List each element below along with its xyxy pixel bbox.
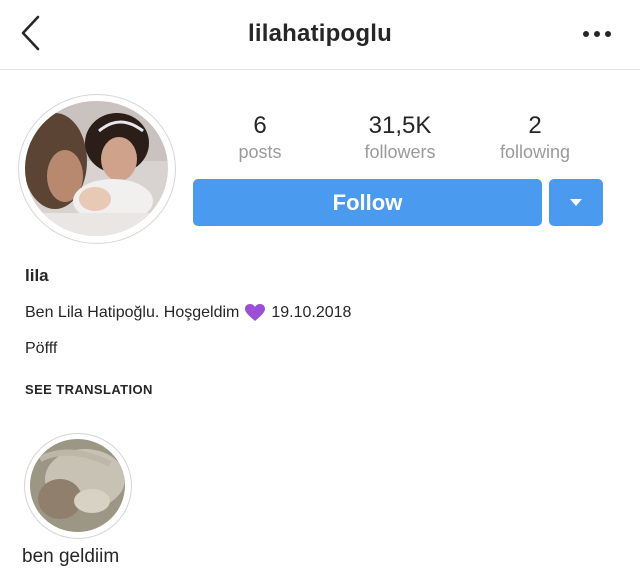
see-translation-link[interactable]: SEE TRANSLATION [25, 382, 153, 397]
bio-text: Ben Lila Hatipoğlu. Hoşgeldim [25, 304, 240, 321]
story-highlight[interactable] [24, 433, 132, 539]
bio-line-2: Pöfff [25, 340, 58, 357]
story-highlight-label: ben geldiim [22, 546, 120, 567]
story-highlight-cover [30, 439, 125, 532]
posts-stat: 6 posts [220, 112, 300, 163]
posts-count: 6 [253, 112, 267, 139]
caret-down-icon [570, 199, 582, 206]
purple-heart-icon [245, 304, 266, 321]
profile-name: lila [25, 266, 49, 285]
follow-button[interactable]: Follow [193, 179, 542, 226]
more-options-button[interactable] [580, 20, 614, 48]
bio-date: 19.10.2018 [271, 304, 352, 321]
following-label: following [499, 142, 571, 162]
followers-label: followers [364, 142, 436, 162]
bio-line-1: Ben Lila Hatipoğlu. Hoşgeldim 19.10.2018 [25, 304, 351, 322]
profile-avatar-ring[interactable] [18, 94, 176, 244]
top-navigation-bar: lilahatipoglu [0, 0, 640, 70]
suggested-accounts-dropdown-button[interactable] [549, 179, 603, 226]
following-count: 2 [528, 112, 542, 139]
more-horizontal-icon [583, 31, 611, 37]
followers-stat[interactable]: 31,5K followers [345, 112, 455, 163]
posts-label: posts [238, 142, 282, 162]
followers-count: 31,5K [368, 112, 432, 139]
profile-avatar [25, 101, 168, 236]
following-stat[interactable]: 2 following [480, 112, 590, 163]
profile-username-title: lilahatipoglu [248, 20, 392, 47]
